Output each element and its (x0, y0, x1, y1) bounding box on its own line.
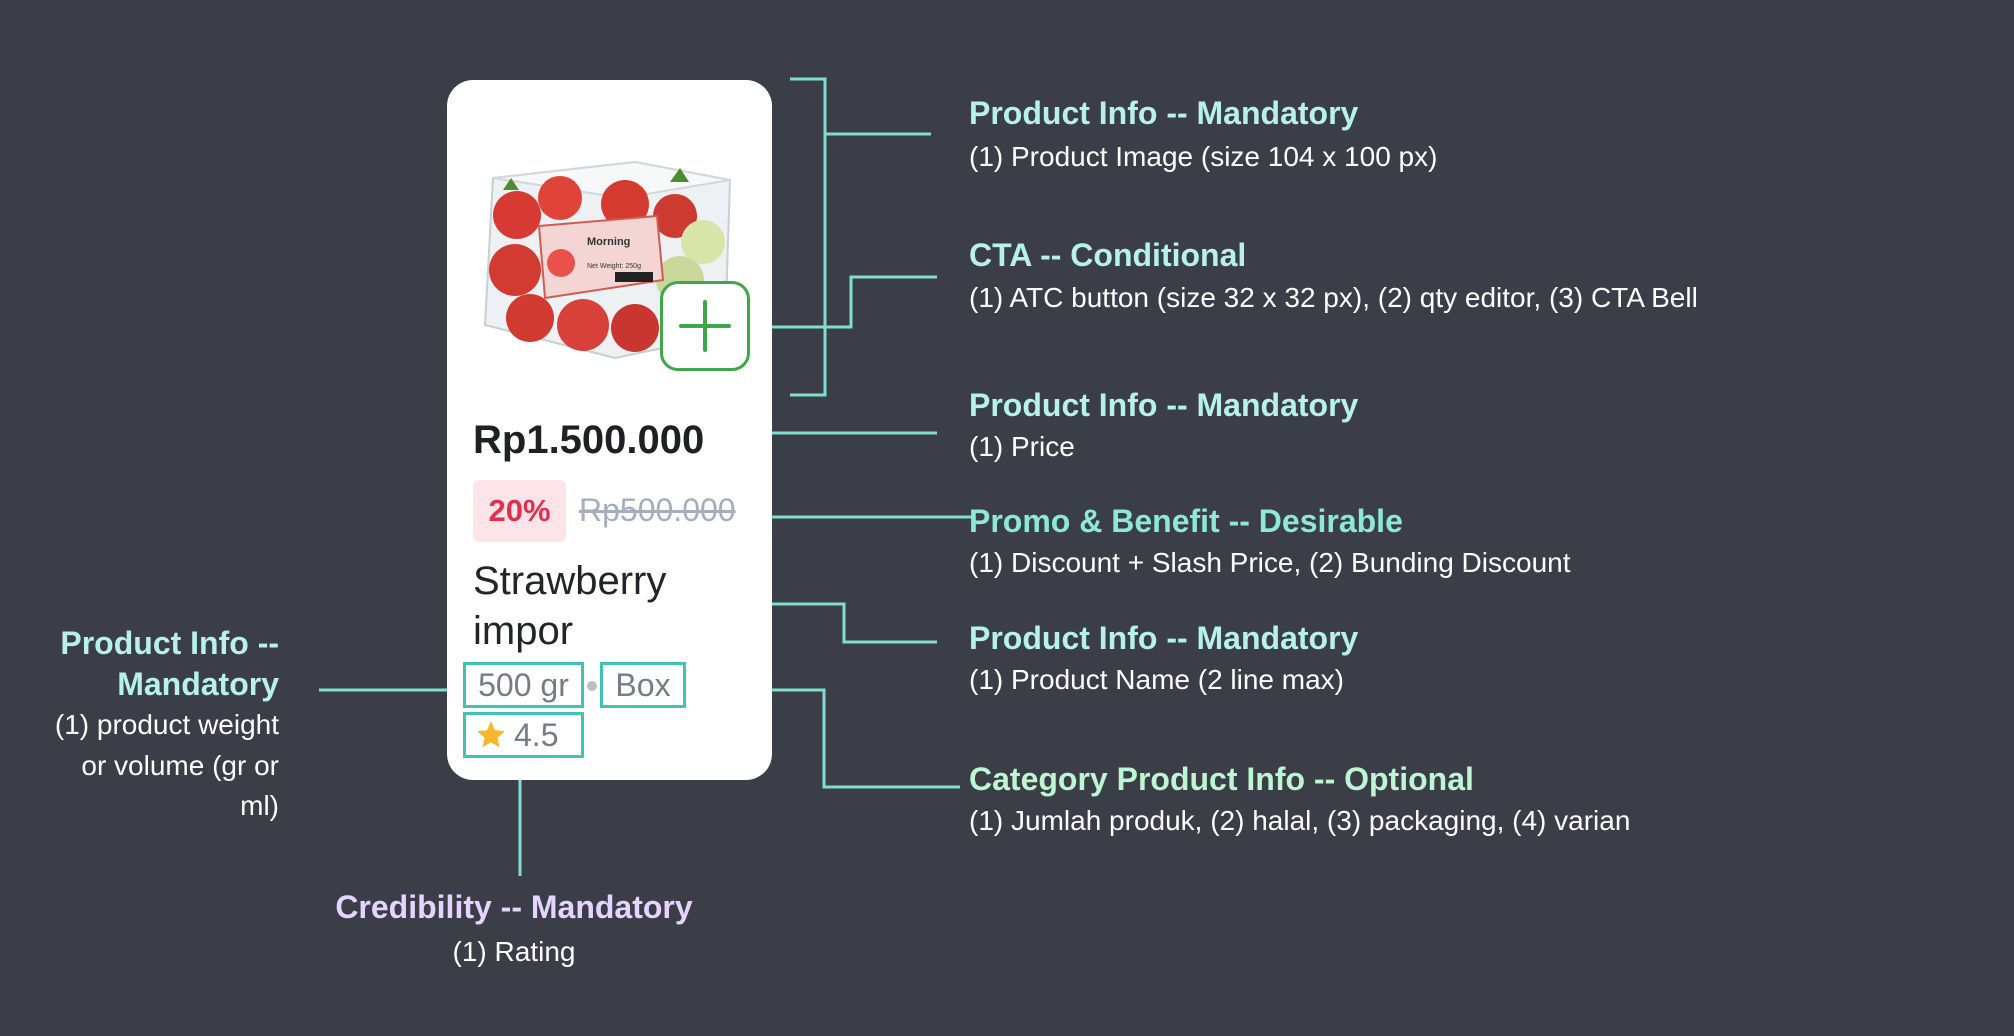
weight-annotation-title-2: Mandatory (117, 666, 279, 702)
weight-annotation-desc-1: (1) product weight (54, 709, 279, 740)
image-annotation-title: Product Info -- Mandatory (969, 95, 1359, 131)
credibility-annotation-desc: (1) Rating (452, 936, 576, 967)
discount-badge: 20% (473, 480, 566, 542)
image-annotation-desc: (1) Product Image (size 104 x 100 px) (969, 141, 1438, 172)
label-weight: Net Weight: 250g (587, 263, 641, 270)
cta-annotation-desc: (1) ATC button (size 32 x 32 px), (2) qt… (969, 282, 1698, 313)
separator-dot (587, 681, 597, 691)
rating-value: 4.5 (514, 716, 559, 753)
slash-price: Rp500.000 (579, 492, 736, 528)
product-price: Rp1.500.000 (473, 418, 705, 462)
add-to-cart-button[interactable] (660, 281, 750, 371)
price-annotation-title: Product Info -- Mandatory (969, 387, 1359, 423)
plus-icon (679, 300, 731, 352)
category-annotation-desc: (1) Jumlah produk, (2) halal, (3) packag… (969, 805, 1631, 836)
product-card[interactable]: Morning Net Weight: 250g Rp1.500.000 20%… (447, 80, 772, 780)
cta-annotation-title: CTA -- Conditional (969, 237, 1247, 273)
rating-tag: 4.5 (463, 712, 584, 758)
weight-annotation-desc-3: ml) (240, 790, 279, 821)
label-brand: Morning (587, 236, 630, 248)
product-name: Strawberry impor (473, 559, 667, 653)
weight-annotation-desc-2: or volume (gr or (81, 750, 279, 781)
weight-annotation-title-1: Product Info -- (60, 625, 279, 661)
packaging-tag: Box (600, 662, 686, 708)
category-annotation-title: Category Product Info -- Optional (969, 761, 1474, 797)
price-annotation-desc: (1) Price (969, 431, 1075, 462)
weight-tag: 500 gr (463, 662, 584, 708)
star-icon (477, 721, 505, 747)
promo-annotation-title: Promo & Benefit -- Desirable (969, 503, 1403, 539)
name-annotation-title: Product Info -- Mandatory (969, 620, 1359, 656)
credibility-annotation-title: Credibility -- Mandatory (335, 889, 693, 925)
name-annotation-desc: (1) Product Name (2 line max) (969, 664, 1345, 695)
promo-annotation-desc: (1) Discount + Slash Price, (2) Bunding … (969, 547, 1571, 578)
